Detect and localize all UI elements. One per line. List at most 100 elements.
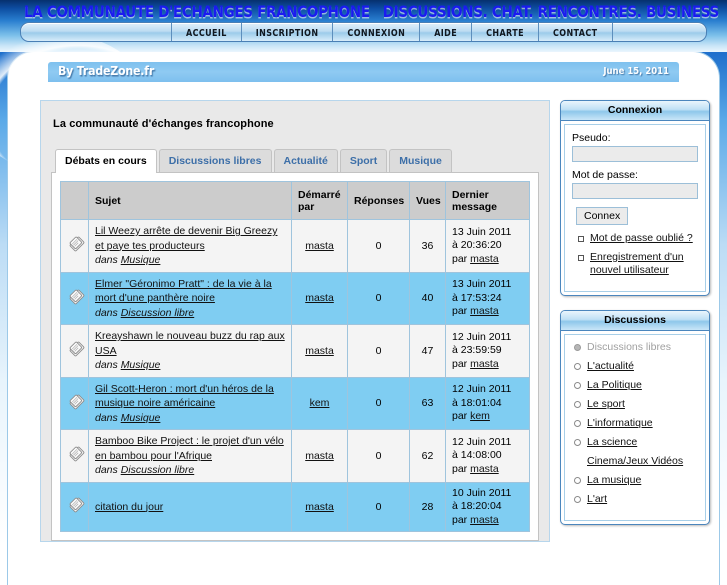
topic-title-link[interactable]: Lil Weezy arrête de devenir Big Greezy e… [95,224,285,253]
square-bullet-icon [578,236,584,242]
tab-panel: Sujet Démarré par Réponses Vues Dernier … [51,172,539,541]
table-row: Gil Scott-Heron : mort d'un héros de la … [60,376,530,430]
topic-author-link[interactable]: masta [305,345,334,357]
sidebar-discussion-link[interactable]: L'informatique [587,417,653,429]
list-item: Enregistrement d'un nouvel utilisateur [578,251,698,283]
column-header-views[interactable]: Vues [409,181,446,220]
topic-title-link[interactable]: Elmer "Géronimo Pratt" : de la vie à la … [95,277,285,306]
sidebar-discussion-link[interactable]: Cinema/Jeux Vidéos [587,455,683,467]
register-link[interactable]: Enregistrement d'un nouvel utilisateur [590,251,684,277]
topic-author-link[interactable]: kem [310,397,330,409]
column-header-icon [60,181,89,220]
topic-forum-link[interactable]: Discussion libre [121,464,195,476]
table-row: Kreayshawn le nouveau buzz du rap aux US… [60,324,530,378]
nav-item-aide[interactable]: AIDE [419,23,471,41]
topic-views-count: 62 [409,429,446,483]
sidebar-discussion-link[interactable]: L'actualité [587,360,634,372]
nav-item-connexion[interactable]: CONNEXION [332,23,419,41]
nav-item-charte[interactable]: CHARTE [471,23,538,41]
table-row: Elmer "Géronimo Pratt" : de la vie à la … [60,271,530,325]
last-message-time: à 14:08:00 [452,449,502,461]
last-message-author-link[interactable]: masta [470,253,499,265]
topic-last-message-cell: 13 Juin 2011 à 20:36:20 par masta [445,219,530,273]
topic-author-link[interactable]: masta [305,501,334,513]
login-submit-button[interactable]: Connex [576,207,629,225]
list-item: Mot de passe oublié ? [578,232,698,251]
tab-debats-en-cours[interactable]: Débats en cours [55,149,157,173]
topic-views-count: 40 [409,271,446,325]
column-header-started-by[interactable]: Démarré par [291,181,348,220]
topic-forum-line: dans Musique [95,253,285,268]
forgot-password-link[interactable]: Mot de passe oublié ? [590,232,693,244]
topic-author-link[interactable]: masta [305,240,334,252]
login-box-body: Pseudo: Mot de passe: Connex Mot de pass… [564,124,706,292]
topics-body: Lil Weezy arrête de devenir Big Greezy e… [60,219,530,532]
topic-author-link[interactable]: masta [305,292,334,304]
topic-title-link[interactable]: Gil Scott-Heron : mort d'un héros de la … [95,382,285,411]
topic-replies-count: 0 [347,376,410,430]
last-message-author-link[interactable]: masta [470,358,499,370]
topic-title-link[interactable]: citation du jour [95,500,285,515]
password-label: Mot de passe: [572,169,638,181]
last-message-time: à 18:01:04 [452,396,502,409]
nav-item-contact[interactable]: CONTACT [537,23,612,41]
sidebar-discussion-link[interactable]: La Politique [587,379,642,391]
tab-musique[interactable]: Musique [389,149,452,172]
sidebar-discussion-link[interactable]: Le sport [587,398,625,410]
topic-forum-line: dans Discussion libre [95,306,285,321]
discussions-box-body: Discussions libres L'actualité La Politiqu… [564,333,706,521]
folder-icon [67,497,87,518]
topic-last-message-cell: 12 Juin 2011 à 14:08:00 par masta [445,429,530,483]
pseudo-input[interactable] [572,146,698,162]
sidebar-discussion-link[interactable]: La musique [587,474,641,486]
column-header-subject[interactable]: Sujet [88,181,292,220]
topic-forum-link[interactable]: Musique [121,412,161,424]
last-message-author-line: par masta [452,463,523,477]
last-message-time: à 20:36:20 [452,239,502,251]
nav-item-inscription[interactable]: INSCRIPTION [240,23,333,41]
topic-author-cell: masta [291,429,348,483]
last-message-date: 13 Juin 2011 [452,278,512,290]
topic-replies-count: 0 [347,429,410,483]
last-message-par-label: par [452,410,471,422]
topic-replies-count: 0 [347,219,410,273]
tab-actualite[interactable]: Actualité [273,149,338,172]
topic-subject-cell: Bamboo Bike Project : le projet d'un vél… [88,429,292,483]
topic-forum-link[interactable]: Discussion libre [121,307,195,319]
radio-bullet-icon [574,495,581,503]
sidebar-discussion-link[interactable]: La science [587,436,637,448]
radio-bullet-icon [574,362,581,370]
topic-forum-link[interactable]: Musique [121,359,161,371]
folder-icon [67,341,87,362]
last-message-author-link[interactable]: masta [470,463,499,475]
folder-icon [67,394,87,415]
tab-discussions-libres[interactable]: Discussions libres [158,149,272,172]
column-header-replies[interactable]: Réponses [347,181,410,220]
tab-sport[interactable]: Sport [339,149,388,172]
last-message-author-link[interactable]: masta [470,305,499,317]
topic-subject-cell: Gil Scott-Heron : mort d'un héros de la … [88,376,292,430]
topics-table: Sujet Démarré par Réponses Vues Dernier … [60,181,530,532]
last-message-author-link[interactable]: masta [470,514,499,526]
sidebar-discussion-link[interactable]: L'art [587,493,607,505]
column-header-last-message[interactable]: Dernier message [445,181,530,220]
sidebar-discussion-item: Discussions libres [574,341,698,360]
topic-status-cell [60,481,89,532]
topic-in-label: dans [95,359,121,371]
table-row: citation du jour masta 0 28 10 Juin 2011 à 1… [60,481,530,532]
password-input[interactable] [572,183,698,199]
topic-title-link[interactable]: Kreayshawn le nouveau buzz du rap aux US… [95,329,285,358]
discussions-box: Discussions Discussions libres L'actualit… [560,309,710,525]
topic-author-cell: masta [291,324,348,378]
last-message-author-link[interactable]: kem [470,410,490,422]
topic-title-link[interactable]: Bamboo Bike Project : le projet d'un vél… [95,434,285,463]
sidebar-discussion-item: La Politique [574,379,698,398]
topic-in-label: dans [95,254,121,266]
topic-in-label: dans [95,411,121,424]
topic-author-link[interactable]: masta [305,450,334,462]
forum-tabs: Débats en cours Discussions libres Actua… [51,148,539,173]
nav-item-accueil[interactable]: ACCUEIL [171,23,241,41]
last-message-par-label: par [452,305,471,317]
login-links: Mot de passe oublié ? Enregistrement d'u… [572,232,698,283]
topic-forum-link[interactable]: Musique [121,254,161,266]
